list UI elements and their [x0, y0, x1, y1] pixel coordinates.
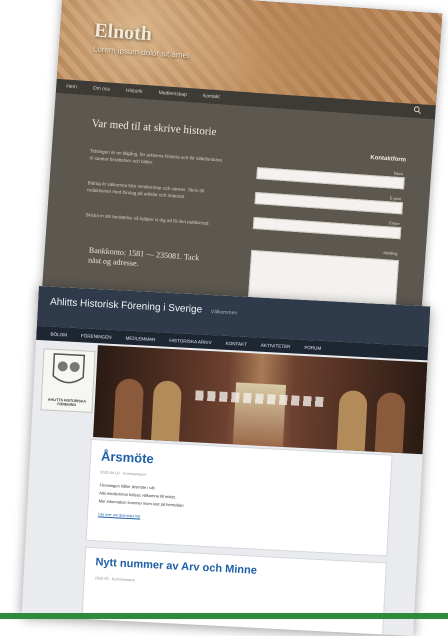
email-field[interactable]	[254, 192, 404, 215]
body-paragraph: Bidrag är välkomna från medlemmar och vä…	[86, 180, 204, 200]
site-title[interactable]: Elnoth	[93, 19, 152, 46]
nav-item-2[interactable]: Om oss	[93, 85, 111, 92]
footer-accent-line	[0, 613, 448, 619]
post-meta: 2020-04-02 · Kommentarer	[100, 470, 147, 477]
contact-form-title: Kontaktform	[370, 154, 407, 164]
logo-caption: AHLITTS HISTORISKA FÖRENING	[47, 397, 87, 407]
website-screenshot-elnoth: Elnoth Lorem ipsum dolor sit amet Hem Om…	[41, 0, 443, 321]
nav-item-association[interactable]: FÖRENINGEN	[81, 333, 112, 340]
search-icon[interactable]	[413, 106, 422, 115]
content-area: Var med til at skrive historie Tidningen…	[41, 92, 435, 321]
nav-item-forum[interactable]: FORUM	[304, 344, 321, 350]
nav-item-1[interactable]: Hem	[66, 84, 77, 91]
nav-item-5[interactable]: Kontakt	[203, 93, 220, 100]
site-title-text: Ahlitts Historisk Förening i Sverige	[49, 296, 203, 316]
site-tagline: Lorem ipsum dolor sit amet	[92, 44, 190, 61]
intro-paragraph: Tidningen är en tillgång, för arkivens h…	[89, 148, 224, 165]
nav-item-4[interactable]: Medlemskap	[158, 90, 187, 98]
email-label: E-post	[389, 195, 402, 202]
nav-item-home[interactable]: BÖLOM	[50, 331, 67, 337]
site-title-2[interactable]: Ahlitts Historisk Förening i Sverige Väl…	[50, 297, 238, 318]
nav-item-3[interactable]: Historik	[126, 88, 143, 95]
post-title[interactable]: Årsmöte	[101, 448, 154, 466]
post-title-2[interactable]: Nytt nummer av Arv och Minne	[95, 556, 257, 576]
association-logo[interactable]: AHLITTS HISTORISKA FÖRENING	[40, 348, 96, 413]
nav-item-contact[interactable]: KONTAKT	[225, 340, 247, 346]
post-arv-och-minne: Nytt nummer av Arv och Minne 2020-03 · K…	[81, 546, 387, 636]
post-meta-2: 2020-03 · Kommentarer	[94, 576, 136, 583]
body-paragraph-2: Skicka in din berättelse så hjälper vi d…	[85, 212, 210, 226]
site-subtitle: Välkommen	[210, 309, 238, 317]
message-label: Melding	[383, 250, 398, 257]
website-screenshot-ahlitts: Ahlitts Historisk Förening i Sverige Väl…	[21, 285, 431, 636]
read-more-link[interactable]: Läs mer om årsmötet här	[98, 512, 141, 518]
post-arsmote: Årsmöte 2020-04-02 · Kommentarer Förenin…	[85, 438, 393, 557]
crest-icon	[52, 353, 86, 384]
nav-item-archive[interactable]: HISTORISKA ARKIV	[169, 337, 212, 344]
nav-item-activities[interactable]: AKTIVITETER	[261, 342, 291, 349]
subject-label: Emne	[388, 220, 400, 227]
subject-field[interactable]	[252, 216, 402, 240]
church-interior-banner	[93, 345, 428, 455]
name-label: Navn	[393, 170, 404, 177]
nav-item-members[interactable]: MEDLEMMAR	[125, 335, 155, 342]
name-field[interactable]	[256, 167, 405, 190]
page-heading: Var med til at skrive historie	[91, 117, 217, 139]
bank-info: Bankkonto: 1581 — 235081. Tack näst og a…	[87, 245, 200, 269]
